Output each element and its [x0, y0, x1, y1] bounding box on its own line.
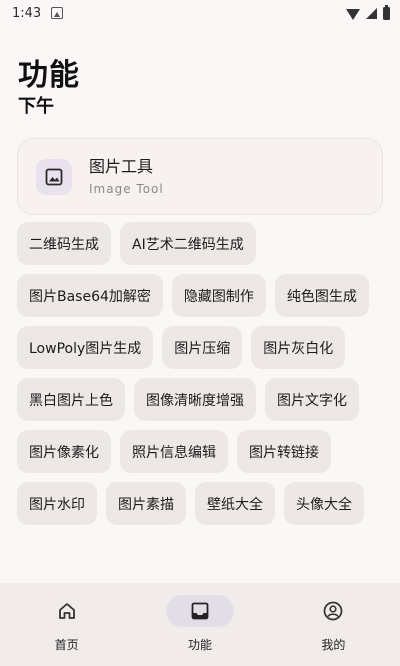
nav-label-home: 首页 — [54, 638, 79, 652]
nav-item-mine[interactable]: 我的 — [267, 583, 400, 666]
nav-item-home[interactable]: 首页 — [0, 583, 133, 666]
signal-icon — [366, 7, 377, 19]
chip-watermark[interactable]: 图片水印 — [17, 482, 97, 525]
nav-label-mine: 我的 — [321, 638, 346, 652]
status-bar: 1:43 — [0, 0, 400, 26]
status-left: 1:43 — [12, 5, 64, 21]
chip-text-image[interactable]: 图片文字化 — [265, 378, 359, 421]
chip-pixelate[interactable]: 图片像素化 — [17, 430, 111, 473]
chip-ai-art-qrcode[interactable]: AI艺术二维码生成 — [120, 222, 256, 265]
chip-wallpapers[interactable]: 壁纸大全 — [195, 482, 275, 525]
chip-avatars[interactable]: 头像大全 — [284, 482, 364, 525]
nav-item-features[interactable]: 功能 — [133, 583, 266, 666]
notification-icon — [51, 7, 64, 19]
card-texts: 图片工具 Image Tool — [89, 157, 164, 196]
chip-compress[interactable]: 图片压缩 — [162, 326, 243, 369]
card-title: 图片工具 — [89, 157, 154, 176]
chip-solid-color[interactable]: 纯色图生成 — [274, 274, 369, 317]
nav-label-features: 功能 — [187, 638, 212, 652]
chip-grayscale[interactable]: 图片灰白化 — [251, 326, 346, 369]
home-icon — [33, 595, 101, 627]
chip-photo-info[interactable]: 照片信息编辑 — [120, 430, 228, 473]
tool-chip-list: 二维码生成 AI艺术二维码生成 图片Base64加解密 隐藏图制作 纯色图生成 … — [17, 222, 385, 525]
page-subtitle: 下午 — [18, 96, 54, 117]
card-subtitle: Image Tool — [89, 182, 164, 196]
chip-sketch[interactable]: 图片素描 — [106, 482, 186, 525]
chip-to-link[interactable]: 图片转链接 — [237, 430, 331, 473]
status-time: 1:43 — [12, 5, 42, 21]
wifi-icon — [346, 8, 360, 20]
inbox-icon — [165, 595, 234, 627]
chip-qrcode[interactable]: 二维码生成 — [17, 222, 111, 265]
chip-enhance[interactable]: 图像清晰度增强 — [134, 378, 256, 421]
profile-icon — [299, 595, 367, 627]
image-icon — [36, 158, 72, 195]
page-title: 功能 — [18, 58, 80, 93]
bottom-nav: 首页 功能 我的 — [0, 583, 400, 666]
status-right — [346, 4, 390, 20]
chip-colorize[interactable]: 黑白图片上色 — [17, 378, 125, 421]
chip-lowpoly[interactable]: LowPoly图片生成 — [17, 326, 154, 369]
battery-icon — [383, 4, 390, 20]
image-tool-card[interactable]: 图片工具 Image Tool — [17, 138, 383, 215]
chip-base64[interactable]: 图片Base64加解密 — [17, 274, 163, 317]
chip-hidden-image[interactable]: 隐藏图制作 — [171, 274, 266, 317]
